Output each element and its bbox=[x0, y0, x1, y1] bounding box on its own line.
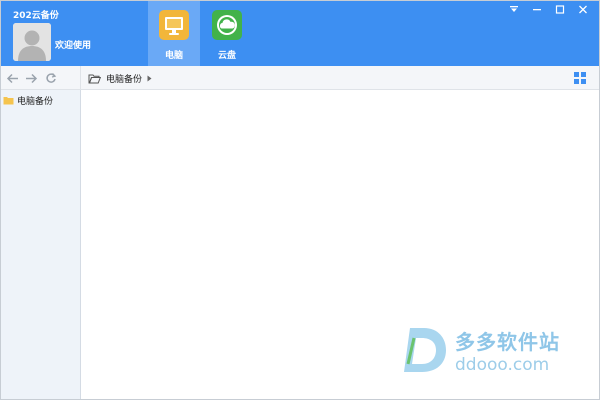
refresh-icon bbox=[45, 73, 56, 83]
watermark-name: 多多软件站 bbox=[455, 330, 560, 354]
grid-view-button[interactable] bbox=[574, 72, 586, 84]
maximize-button[interactable] bbox=[548, 2, 571, 16]
cloud-icon bbox=[212, 10, 242, 40]
menu-dropdown-icon bbox=[509, 6, 518, 12]
maximize-icon bbox=[555, 4, 564, 14]
watermark-logo-icon bbox=[404, 328, 446, 372]
forward-button[interactable] bbox=[24, 71, 39, 86]
folder-icon bbox=[3, 96, 14, 104]
monitor-icon bbox=[159, 10, 189, 40]
watermark-url: ddooo.com bbox=[455, 355, 550, 375]
close-button[interactable] bbox=[571, 2, 594, 16]
folder-open-icon bbox=[88, 74, 101, 83]
tab-computer[interactable]: 电脑 bbox=[148, 0, 200, 66]
chevron-right-icon[interactable] bbox=[147, 75, 152, 82]
tab-cloud[interactable]: 云盘 bbox=[201, 0, 253, 66]
watermark: 多多软件站 ddooo.com bbox=[400, 322, 580, 382]
history-nav bbox=[0, 66, 81, 90]
tab-computer-label: 电脑 bbox=[164, 51, 183, 61]
user-avatar-icon bbox=[13, 23, 51, 61]
arrow-left-icon bbox=[6, 73, 18, 83]
minimize-icon bbox=[532, 9, 541, 11]
sidebar-item-label: 电脑备份 bbox=[17, 96, 54, 107]
tab-cloud-label: 云盘 bbox=[217, 51, 236, 61]
avatar[interactable] bbox=[13, 23, 51, 61]
breadcrumb-item[interactable]: 电脑备份 bbox=[106, 72, 142, 85]
grid-view-icon bbox=[574, 72, 586, 84]
arrow-right-icon bbox=[26, 73, 38, 83]
close-icon bbox=[578, 5, 587, 13]
sidebar-item-computer-backup[interactable]: 电脑备份 bbox=[3, 93, 53, 107]
refresh-button[interactable] bbox=[43, 71, 58, 86]
menu-dropdown-button[interactable] bbox=[502, 2, 525, 16]
toolbar: 电脑备份 bbox=[0, 66, 600, 90]
app-title: 202云备份 bbox=[13, 11, 59, 21]
minimize-button[interactable] bbox=[525, 2, 548, 16]
back-button[interactable] bbox=[5, 71, 20, 86]
breadcrumb: 电脑备份 bbox=[88, 70, 152, 86]
title-bar: 202云备份 欢迎使用 电脑 云盘 bbox=[0, 0, 600, 66]
window-controls bbox=[502, 2, 594, 16]
welcome-text: 欢迎使用 bbox=[55, 41, 92, 51]
sidebar: 电脑备份 bbox=[0, 90, 81, 400]
